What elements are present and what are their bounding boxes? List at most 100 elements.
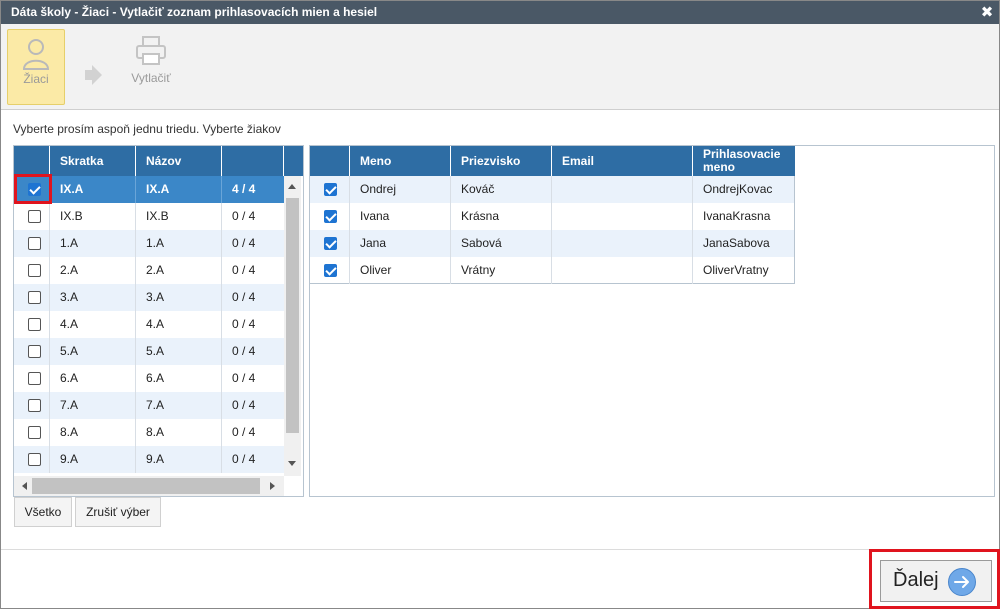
class-short-cell: IX.B xyxy=(50,203,136,230)
column-header-short[interactable]: Skratka xyxy=(50,146,136,176)
clear-selection-button[interactable]: Zrušiť výber xyxy=(75,497,161,527)
row-select-cell[interactable] xyxy=(14,419,50,446)
window-title: Dáta školy - Žiaci - Vytlačiť zoznam pri… xyxy=(11,5,378,19)
class-row[interactable]: 9.A 9.A 0 / 4 xyxy=(14,446,284,473)
student-row[interactable]: Ondrej Kováč OndrejKovac xyxy=(310,176,795,203)
next-button[interactable]: Ďalej xyxy=(880,560,992,602)
column-header-last-name[interactable]: Priezvisko xyxy=(451,146,552,176)
class-name-cell: 6.A xyxy=(136,365,222,392)
class-name-cell: 1.A xyxy=(136,230,222,257)
students-grid-header: Meno Priezvisko Email Prihlasovacie meno xyxy=(310,146,795,176)
row-select-cell[interactable] xyxy=(14,230,50,257)
class-row[interactable]: 3.A 3.A 0 / 4 xyxy=(14,284,284,311)
class-checkbox[interactable] xyxy=(28,372,41,385)
student-checkbox[interactable] xyxy=(324,264,337,277)
row-select-cell[interactable] xyxy=(14,284,50,311)
row-select-cell[interactable] xyxy=(14,338,50,365)
row-select-cell[interactable] xyxy=(14,392,50,419)
classes-grid-header: Skratka Názov xyxy=(14,146,303,176)
row-select-cell[interactable] xyxy=(310,176,350,203)
step-students-button[interactable]: Žiaci xyxy=(7,29,65,105)
title-bar: Dáta školy - Žiaci - Vytlačiť zoznam pri… xyxy=(1,1,999,24)
student-email-cell xyxy=(552,203,693,230)
printer-icon xyxy=(136,36,166,65)
student-first-name-cell: Ivana xyxy=(350,203,451,230)
class-short-cell: 1.A xyxy=(50,230,136,257)
select-column-header[interactable] xyxy=(14,146,50,176)
step-print-label: Vytlačiť xyxy=(131,71,171,85)
class-row[interactable]: 5.A 5.A 0 / 4 xyxy=(14,338,284,365)
classes-horizontal-scrollbar[interactable] xyxy=(14,476,284,496)
class-checkbox[interactable] xyxy=(28,345,41,358)
class-checkbox[interactable] xyxy=(28,237,41,250)
class-count-cell: 0 / 4 xyxy=(232,209,256,223)
class-checkbox[interactable] xyxy=(28,399,41,412)
student-row[interactable]: Oliver Vrátny OliverVratny xyxy=(310,257,795,284)
class-short-cell: 2.A xyxy=(50,257,136,284)
student-login-cell: OndrejKovac xyxy=(693,176,795,203)
student-checkbox[interactable] xyxy=(324,210,337,223)
row-select-cell[interactable] xyxy=(14,446,50,473)
column-header-count[interactable] xyxy=(222,146,284,176)
student-last-name-cell: Vrátny xyxy=(451,257,552,284)
class-checkbox[interactable] xyxy=(28,426,41,439)
class-count-cell: 4 / 4 xyxy=(232,182,256,196)
class-count-cell: 0 / 4 xyxy=(232,290,256,304)
class-name-cell: 7.A xyxy=(136,392,222,419)
class-row[interactable]: 4.A 4.A 0 / 4 xyxy=(14,311,284,338)
class-checkbox[interactable] xyxy=(28,291,41,304)
class-checkbox[interactable] xyxy=(28,318,41,331)
class-checkbox[interactable] xyxy=(28,453,41,466)
class-row[interactable]: IX.A IX.A 4 / 4 xyxy=(14,176,284,203)
row-select-cell[interactable] xyxy=(14,257,50,284)
class-count-cell: 0 / 4 xyxy=(232,398,256,412)
row-select-cell[interactable] xyxy=(14,311,50,338)
scroll-down-icon[interactable] xyxy=(288,461,296,466)
class-short-cell: IX.A xyxy=(50,176,136,203)
class-count-cell: 0 / 4 xyxy=(232,236,256,250)
scroll-up-icon[interactable] xyxy=(288,184,296,189)
classes-vertical-scrollbar[interactable] xyxy=(284,176,301,476)
scroll-left-icon[interactable] xyxy=(22,482,27,490)
student-row[interactable]: Ivana Krásna IvanaKrasna xyxy=(310,203,795,230)
vertical-scroll-thumb[interactable] xyxy=(286,198,299,433)
students-grid: Meno Priezvisko Email Prihlasovacie meno… xyxy=(309,145,995,497)
class-short-cell: 3.A xyxy=(50,284,136,311)
close-icon[interactable]: ✖ xyxy=(979,1,995,24)
student-first-name-cell: Oliver xyxy=(350,257,451,284)
class-name-cell: 4.A xyxy=(136,311,222,338)
class-count-cell: 0 / 4 xyxy=(232,425,256,439)
row-select-cell[interactable] xyxy=(310,203,350,230)
class-count-cell: 0 / 4 xyxy=(232,344,256,358)
class-row[interactable]: IX.B IX.B 0 / 4 xyxy=(14,203,284,230)
horizontal-scroll-thumb[interactable] xyxy=(32,478,260,494)
step-print-button[interactable]: Vytlačiť xyxy=(122,29,180,105)
class-row[interactable]: 2.A 2.A 0 / 4 xyxy=(14,257,284,284)
class-row[interactable]: 7.A 7.A 0 / 4 xyxy=(14,392,284,419)
class-count-cell: 0 / 4 xyxy=(232,452,256,466)
row-select-cell[interactable] xyxy=(14,365,50,392)
column-header-email[interactable]: Email xyxy=(552,146,693,176)
column-header-name[interactable]: Názov xyxy=(136,146,222,176)
select-all-button[interactable]: Všetko xyxy=(14,497,72,527)
class-row[interactable]: 6.A 6.A 0 / 4 xyxy=(14,365,284,392)
student-checkbox[interactable] xyxy=(324,183,337,196)
row-select-cell[interactable] xyxy=(310,230,350,257)
class-count-cell: 0 / 4 xyxy=(232,371,256,385)
student-last-name-cell: Kováč xyxy=(451,176,552,203)
row-select-cell[interactable] xyxy=(310,257,350,284)
student-row[interactable]: Jana Sabová JanaSabova xyxy=(310,230,795,257)
student-checkbox[interactable] xyxy=(324,237,337,250)
scroll-right-icon[interactable] xyxy=(270,482,275,490)
class-row[interactable]: 1.A 1.A 0 / 4 xyxy=(14,230,284,257)
person-icon xyxy=(22,39,50,70)
column-header-first-name[interactable]: Meno xyxy=(350,146,451,176)
class-checkbox[interactable] xyxy=(28,264,41,277)
column-header-login[interactable]: Prihlasovacie meno xyxy=(693,146,795,176)
row-select-cell[interactable] xyxy=(14,203,50,230)
select-column-header[interactable] xyxy=(310,146,350,176)
class-short-cell: 8.A xyxy=(50,419,136,446)
class-checkbox[interactable] xyxy=(28,210,41,223)
class-short-cell: 7.A xyxy=(50,392,136,419)
class-row[interactable]: 8.A 8.A 0 / 4 xyxy=(14,419,284,446)
